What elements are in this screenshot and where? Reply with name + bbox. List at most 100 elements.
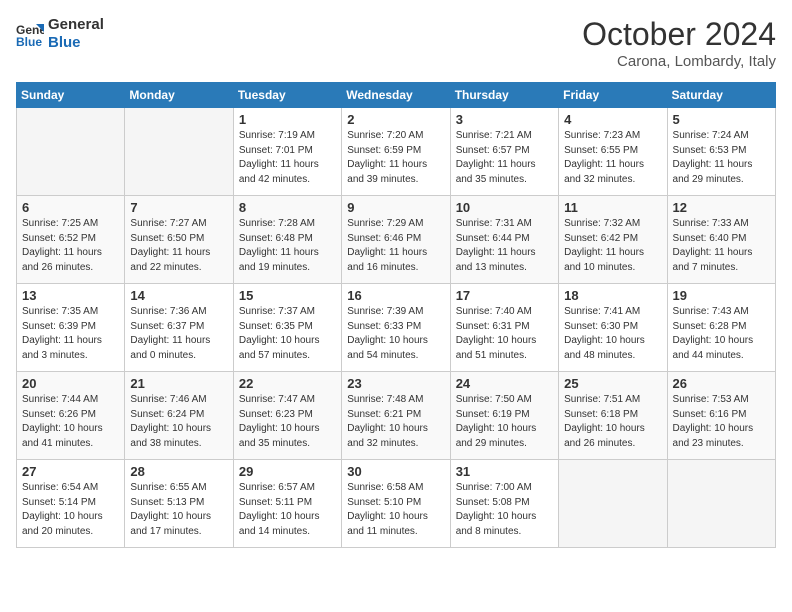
calendar-week: 27 Sunrise: 6:54 AM Sunset: 5:14 PM Dayli… [17,460,776,548]
calendar-day: 25 Sunrise: 7:51 AM Sunset: 6:18 PM Dayli… [559,372,667,460]
calendar-week: 6 Sunrise: 7:25 AM Sunset: 6:52 PM Daylig… [17,196,776,284]
day-info: Sunrise: 7:40 AM Sunset: 6:31 PM Dayligh… [456,305,553,363]
calendar-day: 17 Sunrise: 7:40 AM Sunset: 6:31 PM Dayli… [450,284,558,372]
day-number: 26 [673,376,770,391]
calendar-day: 9 Sunrise: 7:29 AM Sunset: 6:46 PM Daylig… [342,196,450,284]
calendar-day: 28 Sunrise: 6:55 AM Sunset: 5:13 PM Dayli… [125,460,233,548]
calendar-day: 21 Sunrise: 7:46 AM Sunset: 6:24 PM Dayli… [125,372,233,460]
day-info: Sunrise: 7:21 AM Sunset: 6:57 PM Dayligh… [456,129,553,187]
day-number: 20 [22,376,119,391]
calendar-day: 19 Sunrise: 7:43 AM Sunset: 6:28 PM Dayli… [667,284,775,372]
day-number: 23 [347,376,444,391]
calendar-day: 5 Sunrise: 7:24 AM Sunset: 6:53 PM Daylig… [667,108,775,196]
day-info: Sunrise: 7:27 AM Sunset: 6:50 PM Dayligh… [130,217,227,275]
day-info: Sunrise: 7:50 AM Sunset: 6:19 PM Dayligh… [456,393,553,451]
day-number: 17 [456,288,553,303]
logo-line1: General [48,16,104,34]
day-number: 18 [564,288,661,303]
day-info: Sunrise: 7:44 AM Sunset: 6:26 PM Dayligh… [22,393,119,451]
calendar-day: 16 Sunrise: 7:39 AM Sunset: 6:33 PM Dayli… [342,284,450,372]
day-number: 24 [456,376,553,391]
location-subtitle: Carona, Lombardy, Italy [582,53,776,70]
day-number: 5 [673,112,770,127]
calendar-week: 1Sunrise: 7:19 AM Sunset: 7:01 PM Daylig… [17,108,776,196]
calendar-day [125,108,233,196]
day-number: 16 [347,288,444,303]
calendar-day: 26Sunrise: 7:53 AM Sunset: 6:16 PM Dayli… [667,372,775,460]
day-info: Sunrise: 7:51 AM Sunset: 6:18 PM Dayligh… [564,393,661,451]
day-info: Sunrise: 7:20 AM Sunset: 6:59 PM Dayligh… [347,129,444,187]
day-number: 12 [673,200,770,215]
day-header: Friday [559,83,667,108]
day-number: 6 [22,200,119,215]
day-number: 10 [456,200,553,215]
day-info: Sunrise: 7:28 AM Sunset: 6:48 PM Dayligh… [239,217,336,275]
day-info: Sunrise: 7:41 AM Sunset: 6:30 PM Dayligh… [564,305,661,363]
day-number: 19 [673,288,770,303]
calendar-day: 12Sunrise: 7:33 AM Sunset: 6:40 PM Dayli… [667,196,775,284]
day-number: 1 [239,112,336,127]
calendar-day [667,460,775,548]
calendar-day: 29Sunrise: 6:57 AM Sunset: 5:11 PM Dayli… [233,460,341,548]
logo-line2: Blue [48,34,104,52]
calendar-day: 7 Sunrise: 7:27 AM Sunset: 6:50 PM Daylig… [125,196,233,284]
day-number: 7 [130,200,227,215]
day-number: 31 [456,464,553,479]
day-number: 9 [347,200,444,215]
day-info: Sunrise: 6:54 AM Sunset: 5:14 PM Dayligh… [22,481,119,539]
day-number: 2 [347,112,444,127]
day-header: Wednesday [342,83,450,108]
calendar-day: 14Sunrise: 7:36 AM Sunset: 6:37 PM Dayli… [125,284,233,372]
day-number: 13 [22,288,119,303]
day-info: Sunrise: 7:47 AM Sunset: 6:23 PM Dayligh… [239,393,336,451]
calendar-day: 22 Sunrise: 7:47 AM Sunset: 6:23 PM Dayli… [233,372,341,460]
calendar-day: 23 Sunrise: 7:48 AM Sunset: 6:21 PM Dayli… [342,372,450,460]
day-info: Sunrise: 7:25 AM Sunset: 6:52 PM Dayligh… [22,217,119,275]
calendar-day [17,108,125,196]
day-number: 8 [239,200,336,215]
day-info: Sunrise: 7:43 AM Sunset: 6:28 PM Dayligh… [673,305,770,363]
calendar-day: 10 Sunrise: 7:31 AM Sunset: 6:44 PM Dayli… [450,196,558,284]
calendar-day: 24 Sunrise: 7:50 AM Sunset: 6:19 PM Dayli… [450,372,558,460]
calendar-day: 15Sunrise: 7:37 AM Sunset: 6:35 PM Dayli… [233,284,341,372]
day-header: Thursday [450,83,558,108]
day-number: 3 [456,112,553,127]
day-info: Sunrise: 7:36 AM Sunset: 6:37 PM Dayligh… [130,305,227,363]
calendar-day [559,460,667,548]
day-info: Sunrise: 7:46 AM Sunset: 6:24 PM Dayligh… [130,393,227,451]
day-number: 27 [22,464,119,479]
calendar-day: 2 Sunrise: 7:20 AM Sunset: 6:59 PM Daylig… [342,108,450,196]
calendar-week: 13Sunrise: 7:35 AM Sunset: 6:39 PM Dayli… [17,284,776,372]
day-number: 11 [564,200,661,215]
day-info: Sunrise: 7:24 AM Sunset: 6:53 PM Dayligh… [673,129,770,187]
month-title: October 2024 [582,16,776,53]
day-info: Sunrise: 7:39 AM Sunset: 6:33 PM Dayligh… [347,305,444,363]
calendar-day: 6 Sunrise: 7:25 AM Sunset: 6:52 PM Daylig… [17,196,125,284]
day-info: Sunrise: 6:55 AM Sunset: 5:13 PM Dayligh… [130,481,227,539]
day-info: Sunrise: 7:48 AM Sunset: 6:21 PM Dayligh… [347,393,444,451]
day-info: Sunrise: 6:57 AM Sunset: 5:11 PM Dayligh… [239,481,336,539]
day-info: Sunrise: 7:00 AM Sunset: 5:08 PM Dayligh… [456,481,553,539]
calendar-day: 31 Sunrise: 7:00 AM Sunset: 5:08 PM Dayli… [450,460,558,548]
day-header: Monday [125,83,233,108]
page-header: General Blue General Blue October 2024 C… [16,16,776,70]
title-block: October 2024 Carona, Lombardy, Italy [582,16,776,70]
day-info: Sunrise: 7:31 AM Sunset: 6:44 PM Dayligh… [456,217,553,275]
day-info: Sunrise: 7:32 AM Sunset: 6:42 PM Dayligh… [564,217,661,275]
logo-icon: General Blue [16,20,44,48]
day-number: 25 [564,376,661,391]
calendar-day: 27 Sunrise: 6:54 AM Sunset: 5:14 PM Dayli… [17,460,125,548]
day-number: 28 [130,464,227,479]
day-number: 22 [239,376,336,391]
day-info: Sunrise: 7:29 AM Sunset: 6:46 PM Dayligh… [347,217,444,275]
day-number: 21 [130,376,227,391]
calendar-table: SundayMondayTuesdayWednesdayThursdayFrid… [16,82,776,548]
day-header: Tuesday [233,83,341,108]
calendar-week: 20 Sunrise: 7:44 AM Sunset: 6:26 PM Dayli… [17,372,776,460]
calendar-body: 1Sunrise: 7:19 AM Sunset: 7:01 PM Daylig… [17,108,776,548]
svg-text:Blue: Blue [16,35,42,48]
calendar-day: 13Sunrise: 7:35 AM Sunset: 6:39 PM Dayli… [17,284,125,372]
calendar-day: 18 Sunrise: 7:41 AM Sunset: 6:30 PM Dayli… [559,284,667,372]
day-header: Sunday [17,83,125,108]
day-info: Sunrise: 7:37 AM Sunset: 6:35 PM Dayligh… [239,305,336,363]
